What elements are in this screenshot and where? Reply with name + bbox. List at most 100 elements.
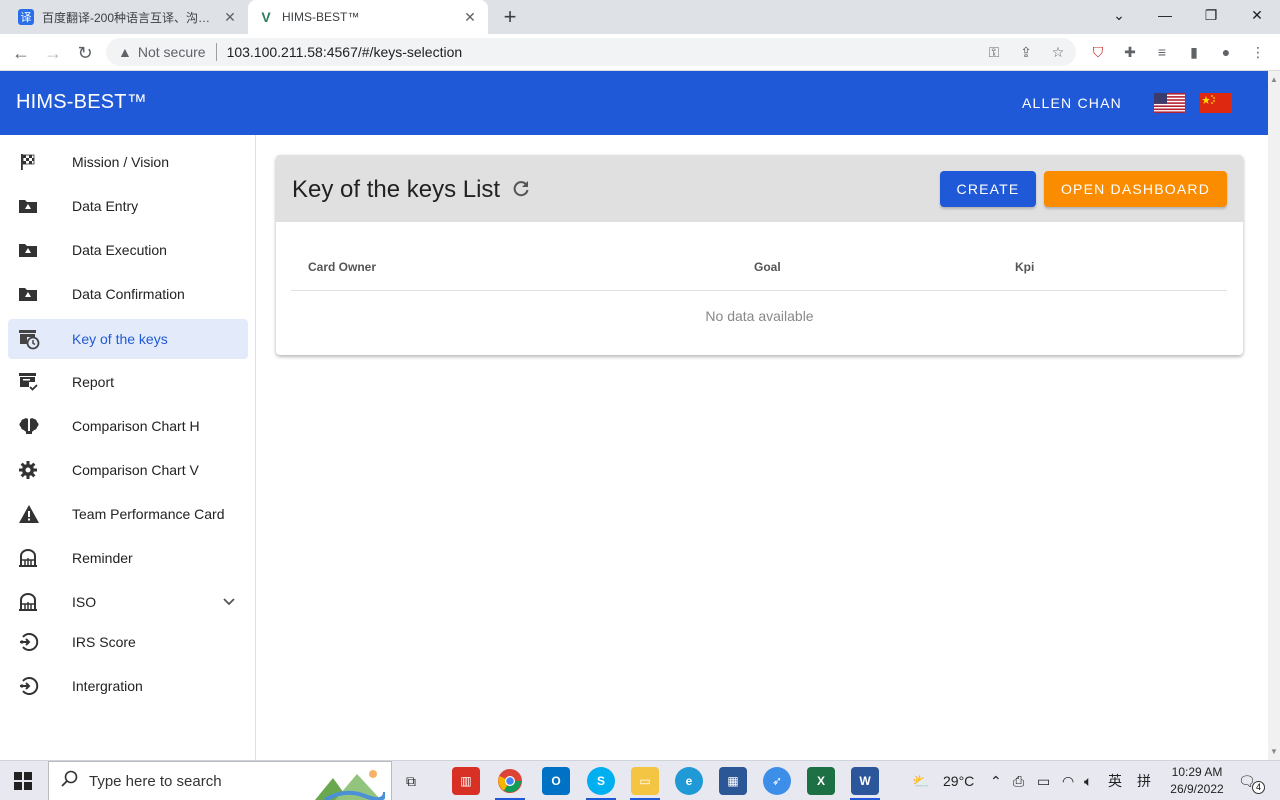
forward-button[interactable]: → [40, 40, 66, 66]
taskbar-search-input[interactable]: Type here to search [48, 761, 392, 800]
extension-shield-icon[interactable]: ⛉ [1086, 40, 1110, 64]
temperature[interactable]: 29°C [943, 761, 974, 800]
sidebar-item-iso[interactable]: ISO [8, 582, 248, 622]
sidebar-item-team-performance-card[interactable]: Team Performance Card [8, 494, 248, 534]
security-status[interactable]: Not secure [138, 44, 206, 60]
sidebar-item-intergration[interactable]: Intergration [8, 666, 248, 706]
sidebar-item-reminder[interactable]: Reminder [8, 538, 248, 578]
excel-icon[interactable]: X [807, 767, 835, 795]
sidebar-item-label: Mission / Vision [72, 154, 170, 170]
refresh-icon[interactable] [511, 179, 531, 204]
vue-logo-icon: V [261, 9, 271, 25]
skype-icon[interactable]: S [587, 767, 615, 795]
windows-taskbar: Type here to search ⧉ ▥ O S ▭ e ▦ ➶ X W … [0, 760, 1280, 800]
china-flag-icon[interactable] [1200, 93, 1232, 113]
close-tab-icon[interactable]: ✕ [222, 9, 238, 26]
baidu-translate-icon: 译 [18, 9, 34, 25]
sidebar-item-data-entry[interactable]: Data Entry [8, 186, 248, 226]
user-name[interactable]: ALLEN CHAN [1022, 95, 1122, 111]
file-explorer-icon[interactable]: ▭ [631, 767, 659, 795]
address-bar[interactable]: ▲ Not secure 103.100.211.58:4567/#/keys-… [106, 38, 1076, 66]
search-icon [61, 770, 79, 792]
chevron-down-icon[interactable] [222, 594, 236, 611]
chrome-icon[interactable] [496, 767, 524, 795]
sidebar-item-mission-vision[interactable]: Mission / Vision [8, 142, 248, 182]
notification-icon[interactable]: 🗨︎ [1238, 761, 1256, 800]
device-icon[interactable]: ⎙ [1013, 761, 1024, 800]
ime-mode[interactable]: 拼 [1137, 761, 1151, 800]
share-icon[interactable]: ⇪ [1014, 40, 1038, 64]
sidebar-item-label: Data Confirmation [72, 286, 185, 302]
close-window-button[interactable]: ✕ [1234, 0, 1280, 34]
sidebar-item-report[interactable]: Report [8, 362, 248, 402]
sidebar-item-label: Reminder [72, 550, 133, 566]
sidebar-item-data-execution[interactable]: Data Execution [8, 230, 248, 270]
app-brand[interactable]: HIMS-BEST™ [16, 91, 147, 114]
task-view-icon[interactable]: ⧉ [406, 761, 416, 800]
edge-icon[interactable]: e [675, 767, 703, 795]
app-header: HIMS-BEST™ ALLEN CHAN [0, 71, 1268, 135]
restore-button[interactable]: ❐ [1188, 0, 1234, 34]
system-clock[interactable]: 10:29 AM 26/9/2022 [1163, 764, 1231, 798]
page-scrollbar[interactable]: ▲ ▼ [1268, 71, 1280, 760]
tab-title: 百度翻译-200种语言互译、沟通全世界！ [42, 10, 222, 25]
sidebar: Mission / Vision Data Entry Data Executi… [0, 135, 256, 760]
sidebar-item-label: Team Performance Card [72, 506, 225, 522]
tab-title: HIMS-BEST™ [282, 10, 360, 24]
reload-button[interactable]: ↻ [72, 40, 98, 66]
table-header-divider [291, 290, 1227, 291]
sidebar-item-label: ISO [72, 594, 97, 610]
column-header-card-owner[interactable]: Card Owner [308, 260, 376, 274]
search-placeholder: Type here to search [89, 772, 222, 790]
close-tab-icon[interactable]: ✕ [462, 9, 478, 26]
folder-drive-icon [18, 240, 58, 260]
weather-cloud-icon[interactable]: ⛅ [912, 761, 929, 800]
scroll-down-icon[interactable]: ▼ [1270, 747, 1278, 756]
new-tab-button[interactable]: + [496, 4, 524, 30]
sidebar-item-label: Report [72, 374, 115, 390]
column-header-kpi[interactable]: Kpi [1015, 260, 1034, 274]
browser-tab-baidu[interactable]: 译 百度翻译-200种语言互译、沟通全世界！ ✕ [8, 0, 248, 34]
sidebar-item-label: IRS Score [72, 634, 136, 650]
battery-icon[interactable]: ▭ [1037, 761, 1050, 800]
open-dashboard-button[interactable]: OPEN DASHBOARD [1044, 171, 1227, 207]
browser-tab-hims[interactable]: V HIMS-BEST™ ✕ [248, 0, 488, 34]
sidebar-item-comparison-chart-v[interactable]: Comparison Chart V [8, 450, 248, 490]
login-circle-icon [18, 631, 58, 653]
tab-search-icon[interactable]: ⌄ [1096, 0, 1142, 34]
side-panel-icon[interactable]: ▮ [1182, 40, 1206, 64]
notification-count-badge: 4 [1252, 781, 1265, 794]
us-flag-icon[interactable] [1154, 93, 1185, 113]
warning-icon[interactable]: ▲ [118, 44, 132, 60]
star-icon[interactable]: ☆ [1046, 40, 1070, 64]
gear-icon [18, 460, 58, 480]
clock-time: 10:29 AM [1171, 765, 1223, 779]
media-icon[interactable]: ≡ [1150, 40, 1174, 64]
volume-icon[interactable]: 🔈︎ [1084, 761, 1092, 800]
feather-app-icon[interactable]: ➶ [763, 767, 791, 795]
url-text[interactable]: 103.100.211.58:4567/#/keys-selection [227, 44, 463, 60]
back-button[interactable]: ← [8, 40, 34, 66]
column-header-goal[interactable]: Goal [754, 260, 781, 274]
create-button[interactable]: CREATE [940, 171, 1036, 207]
word-icon[interactable]: W [851, 767, 879, 795]
minimize-button[interactable]: — [1142, 0, 1188, 34]
ime-language[interactable]: 英 [1108, 761, 1122, 800]
app-reader-icon[interactable]: ▥ [452, 767, 480, 795]
profile-icon[interactable]: ● [1214, 40, 1238, 64]
sidebar-item-data-confirmation[interactable]: Data Confirmation [8, 274, 248, 314]
menu-dots-icon[interactable]: ⋮ [1246, 40, 1270, 64]
card-header: Key of the keys List CREATE OPEN DASHBOA… [276, 155, 1243, 222]
store-icon[interactable]: ▦ [719, 767, 747, 795]
sidebar-item-key-of-the-keys[interactable]: Key of the keys [8, 319, 248, 359]
sidebar-item-irs-score[interactable]: IRS Score [8, 622, 248, 662]
chevron-up-icon[interactable]: ⌃ [990, 761, 1002, 800]
outlook-icon[interactable]: O [542, 767, 570, 795]
stadium-icon [18, 548, 58, 568]
scroll-up-icon[interactable]: ▲ [1270, 75, 1278, 84]
sidebar-item-comparison-chart-h[interactable]: Comparison Chart H [8, 406, 248, 446]
wifi-icon[interactable]: ◠ [1062, 761, 1074, 800]
key-icon[interactable]: ⚿ [982, 40, 1006, 64]
puzzle-icon[interactable]: ✚ [1118, 40, 1142, 64]
windows-start-icon[interactable] [14, 772, 32, 795]
